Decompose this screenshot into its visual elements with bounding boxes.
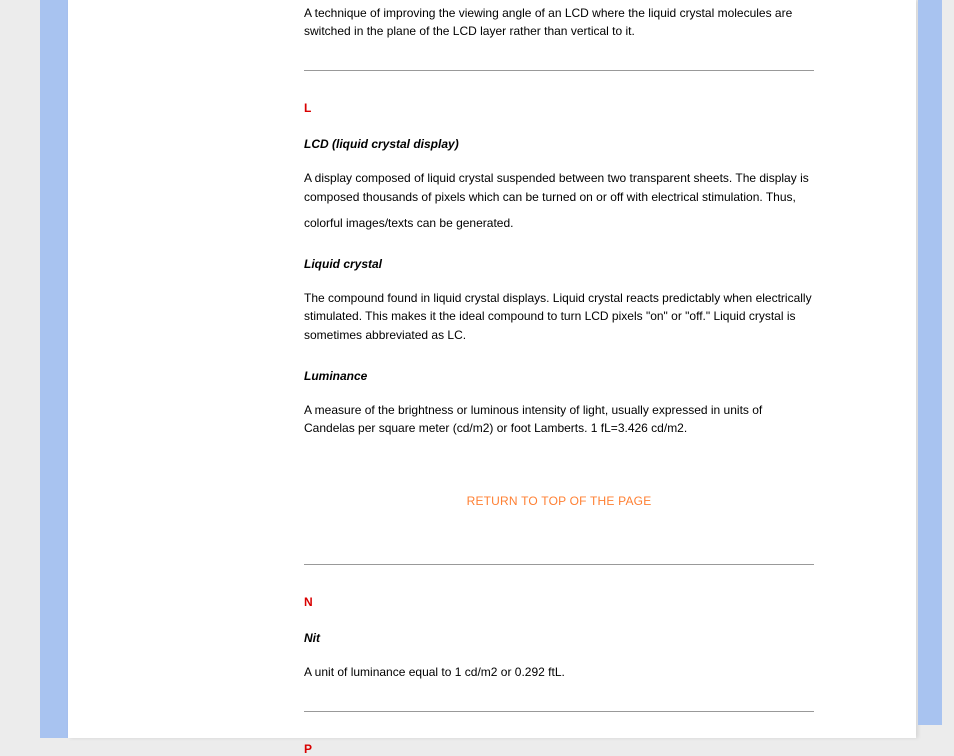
glossary-definition: A unit of luminance equal to 1 cd/m2 or … [304,663,814,682]
glossary-term: LCD (liquid crystal display) [304,137,814,151]
return-to-top-wrapper: RETURN TO TOP OF THE PAGE [304,494,814,508]
document-paper: A technique of improving the viewing ang… [68,0,916,738]
intro-paragraph: A technique of improving the viewing ang… [304,0,814,40]
glossary-term: Luminance [304,369,814,383]
glossary-definition: A display composed of liquid crystal sus… [304,169,814,206]
return-to-top-link[interactable]: RETURN TO TOP OF THE PAGE [467,494,652,508]
divider [304,564,814,565]
section-letter-P: P [304,742,814,756]
section-letter-N: N [304,595,814,609]
decorative-blue-bar-right [918,0,942,725]
decorative-blue-bar-left [40,0,68,738]
glossary-term: Liquid crystal [304,257,814,271]
section-letter-L: L [304,101,814,115]
glossary-term: Nit [304,631,814,645]
divider [304,711,814,712]
glossary-content: A technique of improving the viewing ang… [304,0,814,738]
glossary-definition: A measure of the brightness or luminous … [304,401,814,438]
glossary-definition: The compound found in liquid crystal dis… [304,289,814,345]
divider [304,70,814,71]
glossary-definition: colorful images/texts can be generated. [304,214,814,233]
